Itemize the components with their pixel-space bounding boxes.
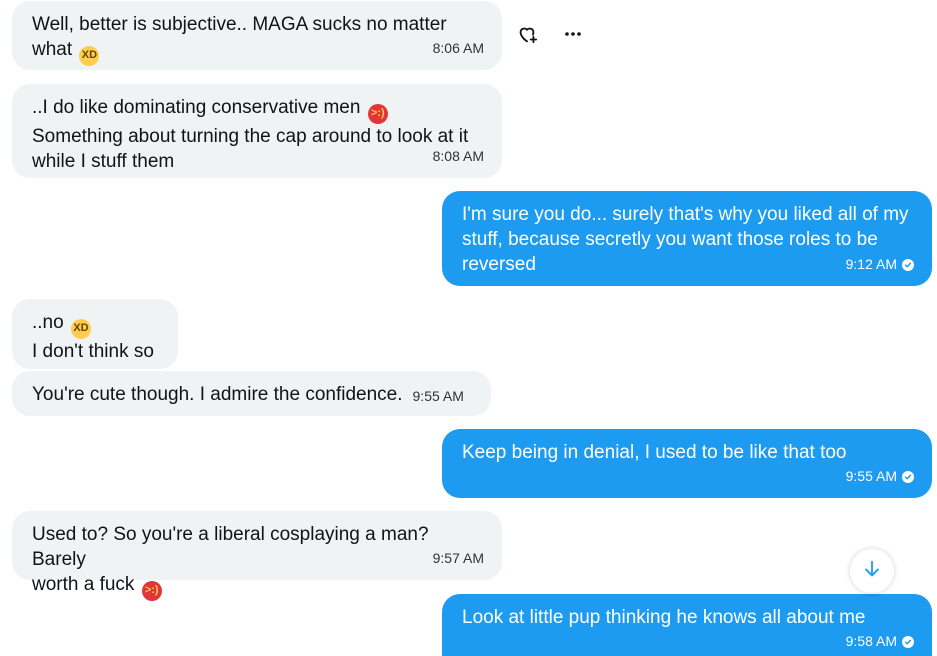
message-bubble-incoming[interactable]: You're cute though. I admire the confide… [12, 371, 491, 416]
message-text: Something about turning the cap around t… [32, 125, 469, 147]
message-bubble-outgoing[interactable]: Keep being in denial, I used to be like … [442, 429, 932, 498]
message-text: reversed [462, 254, 536, 275]
message-text: ..no [32, 312, 64, 333]
scroll-to-bottom-button[interactable] [850, 549, 894, 593]
message-text: I'm sure you do... surely that's why you… [462, 204, 909, 225]
devil-emoji: >:) [141, 580, 162, 601]
heart-plus-icon[interactable] [515, 22, 539, 46]
message-status: 9:12 AM [846, 252, 914, 277]
message-text: Look at little pup thinking he knows all… [462, 607, 866, 628]
check-circle-icon [902, 635, 914, 648]
arrow-down-icon [861, 558, 883, 585]
message-timestamp: 9:55 AM [845, 468, 897, 484]
message-bubble-outgoing[interactable]: Look at little pup thinking he knows all… [442, 594, 932, 656]
message-text: I don't think so [32, 340, 154, 362]
message-text: worth a fuck [32, 574, 135, 595]
check-circle-icon [902, 470, 914, 483]
message-bubble-outgoing[interactable]: I'm sure you do... surely that's why you… [442, 191, 932, 286]
message-bubble-incoming[interactable]: ..no XD I don't think so [12, 299, 178, 369]
message-text: while I stuff them [32, 150, 175, 172]
message-text: stuff, because secretly you want those r… [462, 229, 878, 250]
laughing-emoji: XD [70, 318, 91, 339]
laughing-emoji: XD [79, 45, 100, 66]
message-text: ..I do like dominating conservative men [32, 97, 361, 118]
message-timestamp: 8:08 AM [432, 148, 484, 164]
message-text: You're cute though. I admire the confide… [32, 383, 403, 405]
message-timestamp: 9:57 AM [432, 550, 484, 566]
message-actions [515, 22, 585, 46]
message-bubble-incoming[interactable]: Well, better is subjective.. MAGA sucks … [12, 1, 502, 70]
more-icon[interactable] [561, 22, 585, 46]
message-bubble-incoming[interactable]: Used to? So you're a liberal cosplaying … [12, 511, 502, 601]
message-text: Keep being in denial, I used to be like … [462, 442, 847, 463]
message-status: 9:55 AM [846, 464, 914, 489]
message-timestamp: 9:12 AM [845, 256, 897, 272]
message-timestamp: 9:58 AM [845, 633, 897, 649]
message-text: Used to? So you're a liberal cosplaying … [32, 524, 429, 570]
message-timestamp: 9:55 AM [412, 387, 464, 404]
check-circle-icon [902, 258, 914, 271]
message-status: 9:58 AM [846, 629, 914, 654]
devil-emoji: >:) [367, 103, 388, 124]
message-text: what [32, 39, 73, 60]
message-bubble-incoming[interactable]: ..I do like dominating conservative men … [12, 84, 502, 178]
message-text: Well, better is subjective.. MAGA sucks … [32, 14, 447, 35]
message-timestamp: 8:06 AM [432, 40, 484, 56]
